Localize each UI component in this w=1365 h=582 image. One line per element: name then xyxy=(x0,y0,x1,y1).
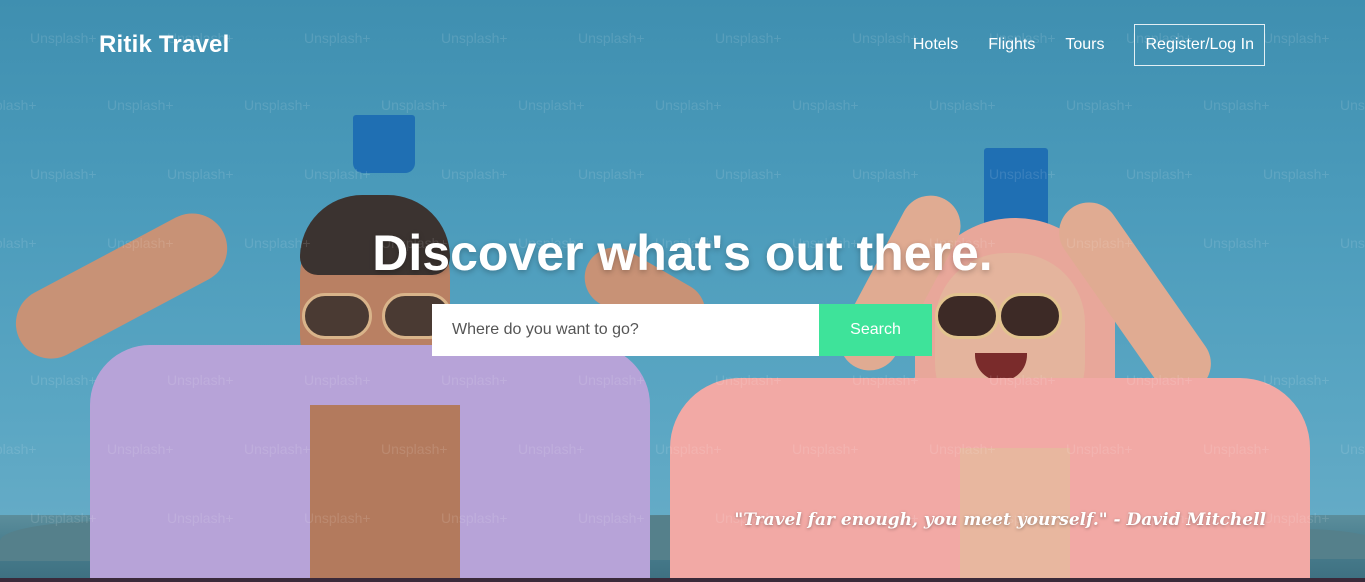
register-login-button[interactable]: Register/Log In xyxy=(1134,24,1265,66)
watermark-text: Unsplash+ xyxy=(792,97,859,113)
watermark-text: Unsplash+ xyxy=(655,97,722,113)
watermark-text: Unsplash+ xyxy=(1340,97,1365,113)
destination-search-input[interactable] xyxy=(432,304,819,356)
sunglasses-shape xyxy=(302,293,372,339)
brand-logo[interactable]: Ritik Travel xyxy=(99,31,229,59)
search-button[interactable]: Search xyxy=(819,304,932,356)
watermark-text: Unsplash+ xyxy=(244,97,311,113)
hero-section: Unsplash+ Unsplash+ Unsplash+ Unsplash+ Unsp… xyxy=(0,0,1365,582)
travel-quote: "Travel far enough, you meet yourself." … xyxy=(734,510,1266,530)
bottom-bar xyxy=(0,578,1365,582)
watermark-text: Unsplash+ xyxy=(107,97,174,113)
top-navigation: Ritik Travel Hotels Flights Tours Regist… xyxy=(0,0,1365,90)
watermark-text: Unsplash+ xyxy=(518,97,585,113)
nav-link-flights[interactable]: Flights xyxy=(988,36,1035,54)
sunglasses-shape xyxy=(935,293,999,339)
sunglasses-shape xyxy=(998,293,1062,339)
watermark-text: Unsplash+ xyxy=(0,97,37,113)
nav-link-tours[interactable]: Tours xyxy=(1065,36,1104,54)
watermark-text: Unsplash+ xyxy=(1203,97,1270,113)
chest-shape xyxy=(310,405,460,582)
hero-headline: Discover what's out there. xyxy=(372,225,993,281)
watermark-text: Unsplash+ xyxy=(381,97,448,113)
search-bar: Search xyxy=(432,304,932,356)
cup-shape xyxy=(353,115,415,173)
watermark-text: Unsplash+ xyxy=(1066,97,1133,113)
watermark-text: Unsplash+ xyxy=(929,97,996,113)
nav-links: Hotels Flights Tours Register/Log In xyxy=(883,24,1265,66)
nav-link-hotels[interactable]: Hotels xyxy=(913,36,958,54)
